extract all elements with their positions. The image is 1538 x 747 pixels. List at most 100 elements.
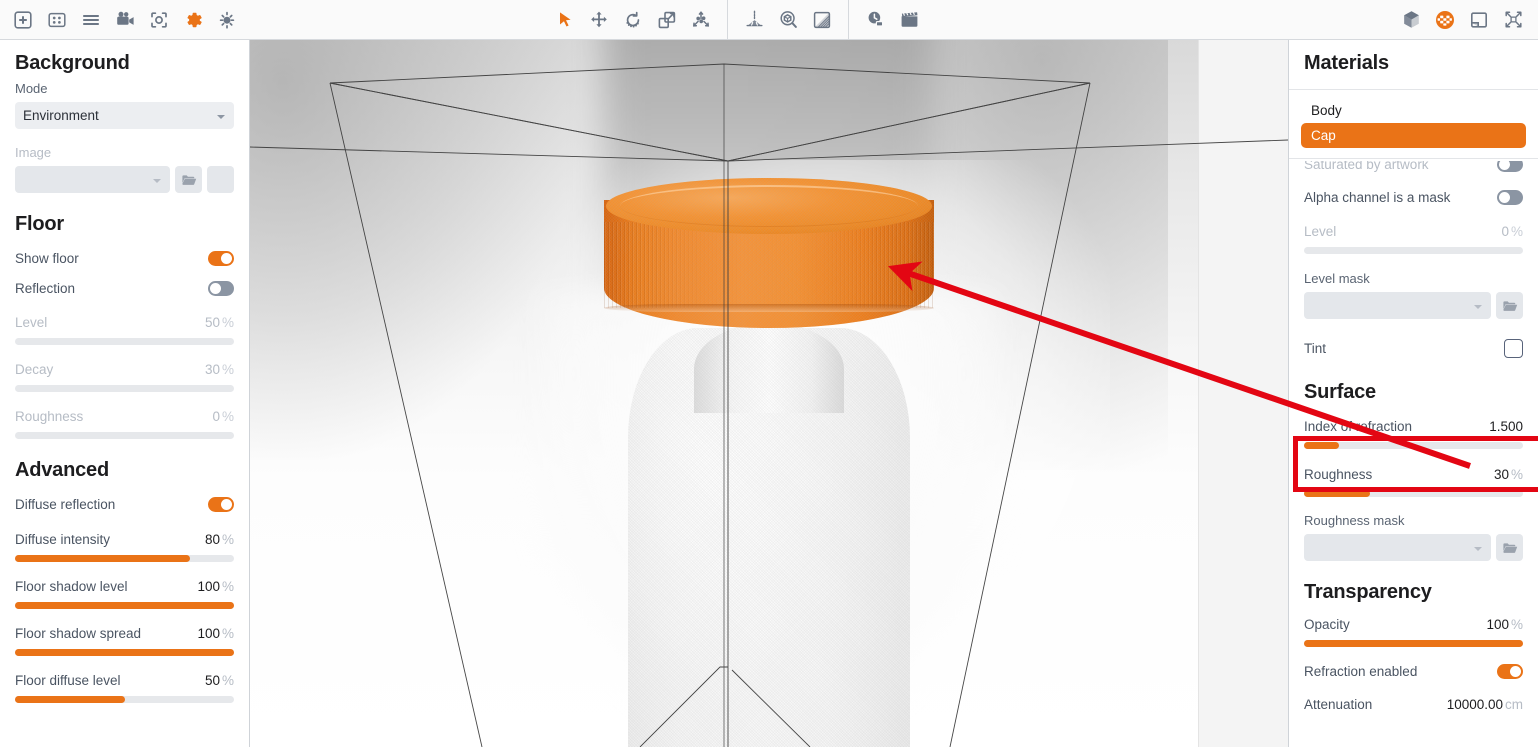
floor-diffuse-level-label: Floor diffuse level (15, 673, 121, 688)
diffuse-intensity-value: 80% (205, 532, 234, 547)
diffuse-intensity-row: Diffuse intensity 80% (15, 527, 234, 551)
tint-row: Tint (1304, 335, 1523, 361)
background-panel-body: Mode Environment Image (0, 81, 249, 747)
index-of-refraction-label: Index of refraction (1304, 419, 1412, 434)
tint-checkbox[interactable] (1504, 339, 1523, 358)
image-clear-button[interactable] (207, 166, 234, 193)
transparency-section-title: Transparency (1304, 581, 1523, 604)
cap-top-ring (620, 185, 918, 227)
floor-roughness-label: Roughness (15, 409, 83, 424)
cap-band (604, 304, 934, 312)
floor-level-label: Level (15, 315, 47, 330)
level-mask-select[interactable] (1304, 292, 1491, 319)
floor-decay-row: Decay 30% (15, 357, 234, 381)
floor-level-slider[interactable] (15, 338, 234, 345)
focus-icon[interactable] (142, 4, 176, 36)
folder-icon (1502, 298, 1518, 314)
select-arrow-icon[interactable] (548, 4, 582, 36)
index-of-refraction-value: 1.500 (1489, 419, 1523, 434)
roughness-mask-browse-button[interactable] (1496, 534, 1523, 561)
cap-knurling (604, 222, 934, 308)
gradient-icon[interactable] (805, 4, 839, 36)
opacity-slider[interactable] (1304, 640, 1523, 647)
refraction-enabled-row: Refraction enabled (1304, 659, 1523, 683)
floor-shadow-level-value: 100% (197, 579, 234, 594)
render-time-icon[interactable] (858, 4, 892, 36)
saturated-by-artwork-toggle[interactable] (1497, 161, 1523, 172)
inspect-object-icon[interactable] (771, 4, 805, 36)
mode-select[interactable]: Environment (15, 102, 234, 129)
floor-shadow-spread-slider[interactable] (15, 649, 234, 656)
refraction-enabled-toggle[interactable] (1497, 664, 1523, 679)
annotation-highlight-box (1293, 436, 1538, 492)
floor-roughness-row: Roughness 0% (15, 404, 234, 428)
floor-shadow-spread-row: Floor shadow spread 100% (15, 621, 234, 645)
explode-icon[interactable] (684, 4, 718, 36)
diffuse-intensity-slider[interactable] (15, 555, 234, 562)
floor-roughness-value: 0% (212, 409, 234, 424)
app-root: Background Mode Environment Image (0, 0, 1538, 747)
show-floor-label: Show floor (15, 251, 79, 266)
alpha-channel-mask-label: Alpha channel is a mask (1304, 190, 1450, 205)
floor-roughness-slider[interactable] (15, 432, 234, 439)
checker-sphere-icon[interactable] (1428, 4, 1462, 36)
fullscreen-icon[interactable] (1496, 4, 1530, 36)
roughness-mask-field-row (1304, 534, 1523, 561)
saturated-by-artwork-label: Saturated by artwork (1304, 161, 1429, 172)
floor-level-value: 50% (205, 315, 234, 330)
artwork-level-slider[interactable] (1304, 247, 1523, 254)
tint-label: Tint (1304, 341, 1326, 356)
gear-icon[interactable] (176, 4, 210, 36)
add-icon[interactable] (6, 4, 40, 36)
mode-select-value: Environment (23, 108, 99, 123)
scale-icon[interactable] (650, 4, 684, 36)
materials-panel-header: Materials (1289, 40, 1538, 90)
chevron-down-icon (153, 179, 161, 183)
floor-shadow-level-row: Floor shadow level 100% (15, 574, 234, 598)
material-item-cap[interactable]: Cap (1301, 123, 1526, 148)
roughness-mask-select[interactable] (1304, 534, 1491, 561)
light-icon[interactable] (210, 4, 244, 36)
chevron-down-icon (1474, 305, 1482, 309)
move-icon[interactable] (582, 4, 616, 36)
surface-section-title: Surface (1304, 381, 1523, 404)
level-mask-browse-button[interactable] (1496, 292, 1523, 319)
main-toolbar (0, 0, 1538, 40)
camera-icon[interactable] (108, 4, 142, 36)
rotate-icon[interactable] (616, 4, 650, 36)
toolbar-separator (848, 0, 849, 40)
materials-list: Body Cap (1289, 90, 1538, 159)
reflection-toggle[interactable] (208, 281, 234, 296)
chevron-down-icon (1474, 547, 1482, 551)
floor-shadow-spread-value: 100% (197, 626, 234, 641)
floor-shadow-level-slider[interactable] (15, 602, 234, 609)
backdrop-right-wall (1198, 40, 1288, 747)
floor-decay-value: 30% (205, 362, 234, 377)
image-select[interactable] (15, 166, 170, 193)
image-browse-button[interactable] (175, 166, 202, 193)
floor-decay-label: Decay (15, 362, 53, 377)
cube-icon[interactable] (1394, 4, 1428, 36)
alpha-channel-mask-row: Alpha channel is a mask (1304, 185, 1523, 209)
toolbar-separator (727, 0, 728, 40)
materials-panel: Materials Body Cap Saturated by artwork (1288, 40, 1538, 747)
clapperboard-icon[interactable] (892, 4, 926, 36)
workspace: Background Mode Environment Image (0, 40, 1538, 747)
material-item-body[interactable]: Body (1301, 98, 1526, 123)
floor-diffuse-level-slider[interactable] (15, 696, 234, 703)
diffuse-reflection-toggle[interactable] (208, 497, 234, 512)
level-mask-label: Level mask (1304, 271, 1523, 286)
attenuation-value: 10000.00cm (1447, 697, 1523, 712)
floor-decay-slider[interactable] (15, 385, 234, 392)
menu-icon[interactable] (74, 4, 108, 36)
grid-icon[interactable] (40, 4, 74, 36)
show-floor-toggle[interactable] (208, 251, 234, 266)
page-title: Background (15, 52, 234, 75)
panel-icon[interactable] (1462, 4, 1496, 36)
bottle-cap-mesh[interactable] (604, 178, 934, 346)
alpha-channel-mask-toggle[interactable] (1497, 190, 1523, 205)
lightrig-icon[interactable] (737, 4, 771, 36)
diffuse-intensity-label: Diffuse intensity (15, 532, 110, 547)
viewport-3d[interactable] (250, 40, 1288, 747)
floor-level-row: Level 50% (15, 310, 234, 334)
